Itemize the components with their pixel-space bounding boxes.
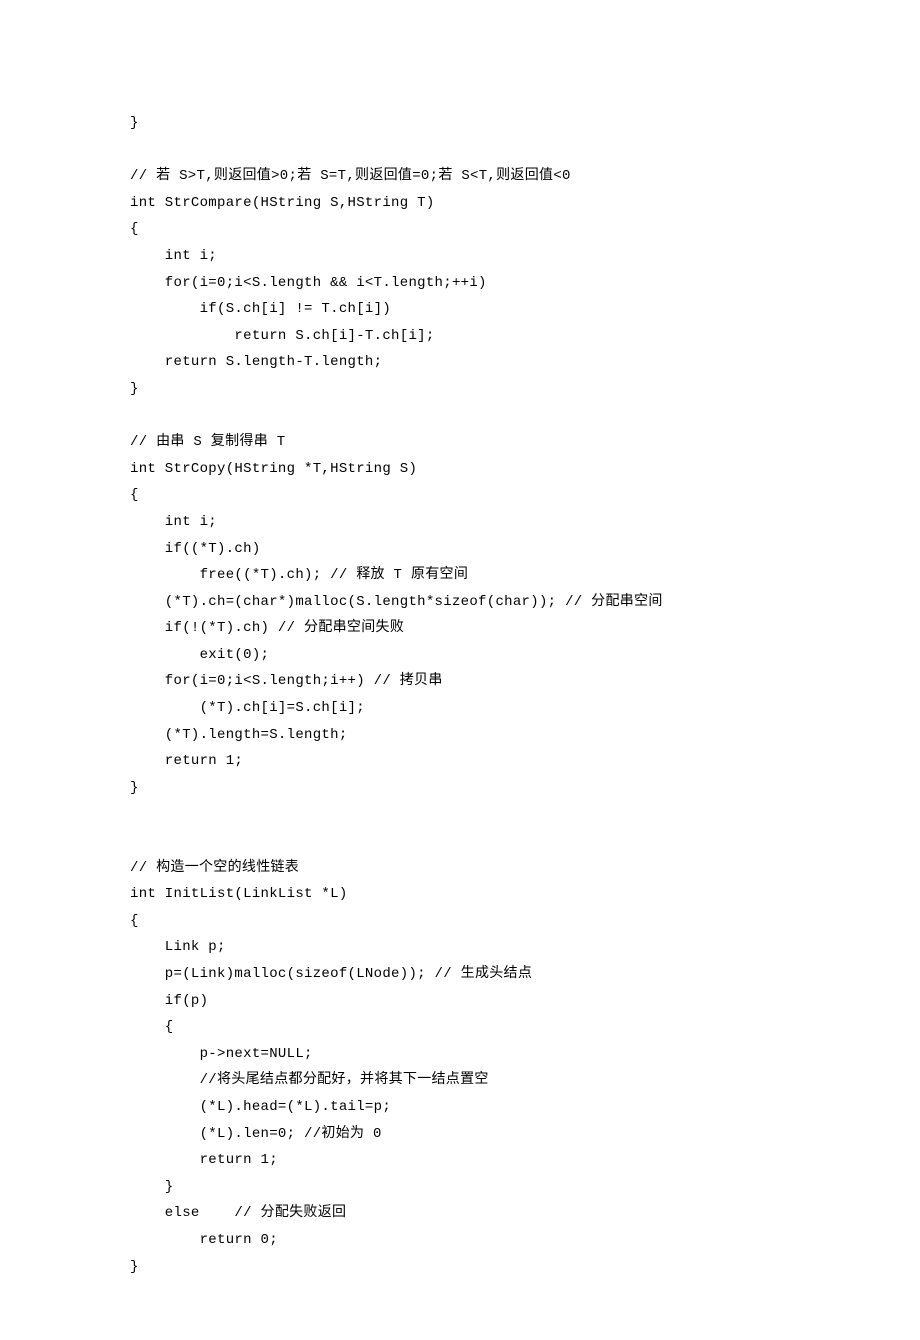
code-block: } // 若 S>T,则返回值>0;若 S=T,则返回值=0;若 S<T,则返回… bbox=[130, 115, 663, 1275]
code-page: } // 若 S>T,则返回值>0;若 S=T,则返回值=0;若 S<T,则返回… bbox=[0, 0, 920, 1340]
